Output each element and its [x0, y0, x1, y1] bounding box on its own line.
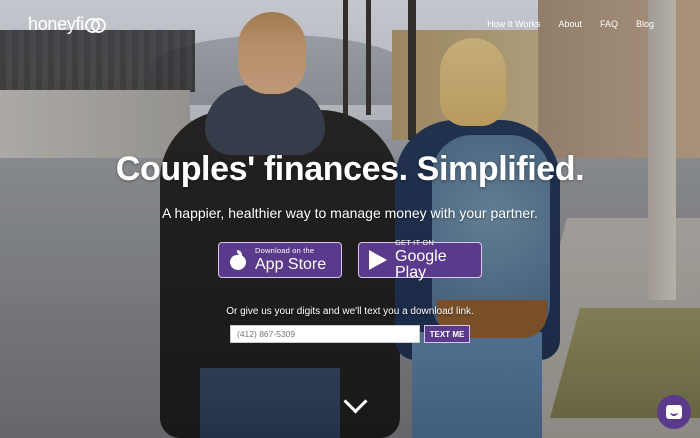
text-me-button[interactable]: TEXT ME	[424, 325, 470, 343]
google-play-small-label: GET IT ON	[395, 238, 435, 248]
sms-prompt: Or give us your digits and we'll text yo…	[226, 306, 474, 317]
apple-icon	[229, 250, 247, 270]
main-nav: How It Works About FAQ Blog	[487, 19, 654, 29]
chat-button[interactable]	[657, 395, 691, 429]
phone-input[interactable]	[230, 325, 420, 343]
nav-how-it-works[interactable]: How It Works	[487, 19, 540, 29]
logo-text: honeyfi	[28, 14, 84, 34]
logo[interactable]: honeyfi	[28, 14, 106, 35]
hero-headline: Couples' finances. Simplified.	[115, 150, 585, 188]
nav-faq[interactable]: FAQ	[600, 19, 618, 29]
nav-about[interactable]: About	[558, 19, 582, 29]
app-store-big-label: App Store	[255, 255, 327, 273]
google-play-button[interactable]: GET IT ON Google Play	[358, 238, 482, 281]
chat-icon	[666, 405, 682, 419]
app-store-button[interactable]: Download on the App Store	[218, 242, 342, 278]
google-play-icon	[369, 250, 387, 270]
hero-subhead: A happier, healthier way to manage money…	[162, 205, 538, 221]
logo-rings-icon	[84, 17, 106, 33]
nav-blog[interactable]: Blog	[636, 19, 654, 29]
google-play-big-label: Google Play	[395, 247, 447, 281]
app-store-small-label: Download on the	[255, 246, 315, 256]
